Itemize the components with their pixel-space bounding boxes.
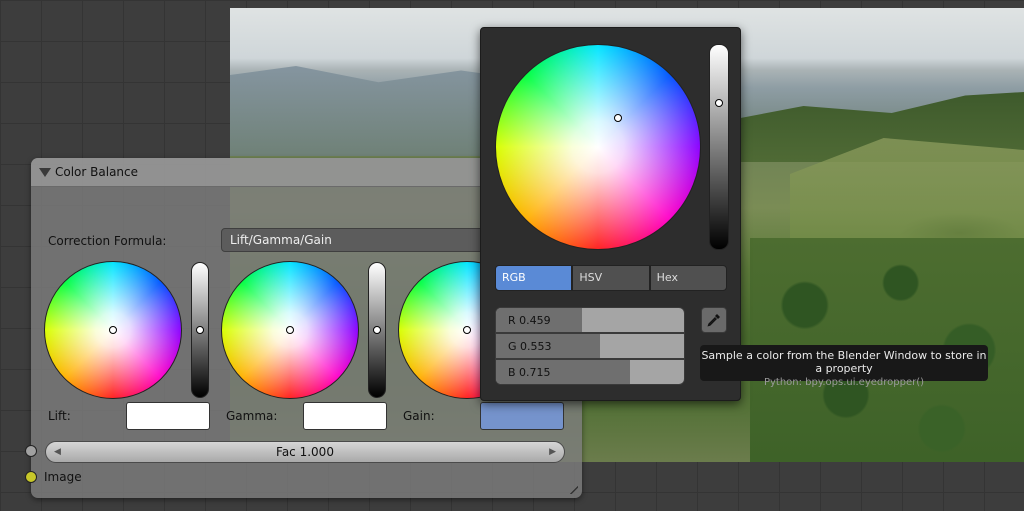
blue-channel-slider[interactable]: B 0.715 <box>495 359 685 385</box>
gamma-color-wheel[interactable] <box>221 261 359 399</box>
lift-value-slider[interactable] <box>191 262 209 398</box>
slider-handle[interactable] <box>715 99 723 108</box>
tab-rgb[interactable]: RGB <box>495 265 573 291</box>
fac-value: Fac 1.000 <box>276 445 334 459</box>
tab-hsv[interactable]: HSV <box>572 265 650 291</box>
tab-hex[interactable]: Hex <box>649 265 727 291</box>
eyedropper-button[interactable] <box>701 307 727 333</box>
tooltip-text: Sample a color from the Blender Window t… <box>701 349 987 375</box>
gamma-label: Gamma: <box>226 409 278 423</box>
picker-color-wheel[interactable] <box>495 44 701 250</box>
gain-color-swatch[interactable] <box>480 402 564 430</box>
lift-label: Lift: <box>48 409 71 423</box>
collapse-triangle-icon[interactable] <box>39 168 51 177</box>
red-value: R 0.459 <box>508 314 551 327</box>
picker-value-slider[interactable] <box>709 44 729 250</box>
eyedropper-icon <box>707 314 720 327</box>
resize-grip[interactable] <box>570 486 578 494</box>
green-value: G 0.553 <box>508 340 552 353</box>
gain-label: Gain: <box>403 409 435 423</box>
correction-formula-dropdown[interactable]: Lift/Gamma/Gain <box>221 228 491 252</box>
fac-input-socket[interactable] <box>25 445 37 457</box>
lift-color-wheel[interactable] <box>44 261 182 399</box>
image-socket[interactable] <box>25 471 37 483</box>
lift-color-swatch[interactable] <box>126 402 210 430</box>
red-channel-slider[interactable]: R 0.459 <box>495 307 685 333</box>
slider-handle[interactable] <box>196 326 204 334</box>
slider-handle[interactable] <box>373 326 381 334</box>
eyedropper-tooltip: Sample a color from the Blender Window t… <box>700 345 988 388</box>
wheel-cursor[interactable] <box>286 326 294 334</box>
tooltip-python: Python: bpy.ops.ui.eyedropper() <box>763 377 925 388</box>
fac-slider[interactable]: ◀ Fac 1.000 ▶ <box>45 441 565 463</box>
blue-value: B 0.715 <box>508 366 551 379</box>
node-title: Color Balance <box>55 165 139 179</box>
image-socket-label: Image <box>44 470 82 484</box>
wheel-cursor[interactable] <box>463 326 471 334</box>
correction-formula-label: Correction Formula: <box>48 234 167 248</box>
arrow-left-icon[interactable]: ◀ <box>54 442 61 462</box>
gamma-color-swatch[interactable] <box>303 402 387 430</box>
color-mode-tabs: RGB HSV Hex <box>495 265 727 291</box>
gamma-value-slider[interactable] <box>368 262 386 398</box>
wheel-cursor[interactable] <box>614 114 623 123</box>
arrow-right-icon[interactable]: ▶ <box>549 442 556 462</box>
wheel-cursor[interactable] <box>109 326 117 334</box>
green-channel-slider[interactable]: G 0.553 <box>495 333 685 359</box>
